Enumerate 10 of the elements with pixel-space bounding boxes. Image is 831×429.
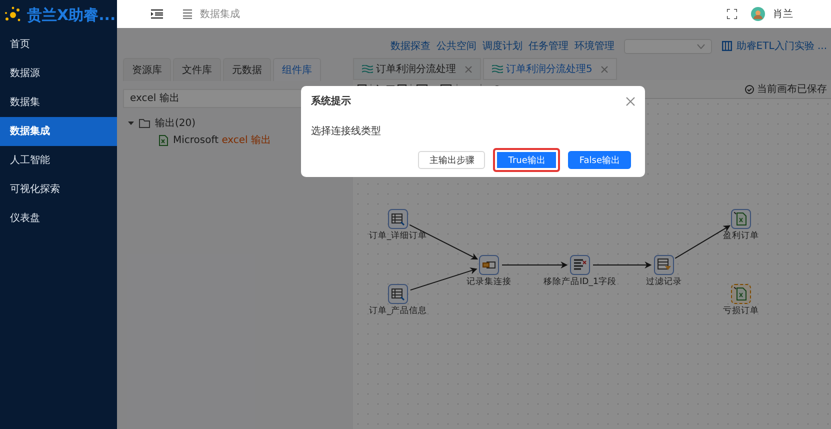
brand-title: 贵兰X助睿... [27, 6, 116, 24]
node-label: 记录集连接 [466, 276, 512, 288]
node-label: 过滤记录 [646, 276, 682, 288]
save-status: 当前画布已保存 [757, 82, 827, 96]
node-label: 订单_产品信息 [368, 305, 428, 317]
node-label: 订单_详细订单 [368, 230, 428, 242]
node-label: 移除产品ID_1字段 [544, 276, 616, 288]
node-label: 盈利订单 [723, 230, 759, 242]
dialog-message: 选择连接线类型 [311, 124, 382, 138]
node-label: 亏损订单 [723, 305, 759, 317]
